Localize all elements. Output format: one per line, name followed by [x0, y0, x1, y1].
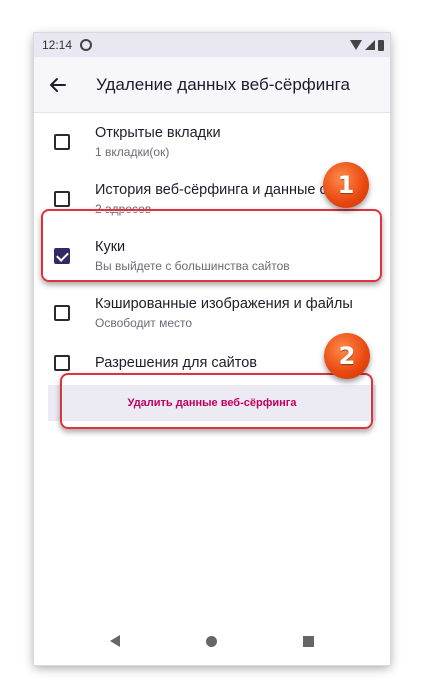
sync-icon	[80, 39, 93, 51]
arrow-left-icon	[50, 77, 66, 92]
option-subtitle: 1 вкладки(ок)	[95, 144, 170, 159]
option-title: Кэшированные изображения и файлы	[95, 295, 353, 312]
cache-checkbox[interactable]	[54, 304, 70, 321]
battery-icon	[378, 39, 384, 51]
status-bar: 12:14	[34, 33, 390, 57]
status-time: 12:14	[42, 38, 73, 52]
option-subtitle: Освободит место	[95, 315, 193, 330]
step-badge-2: 2	[324, 333, 370, 379]
back-button[interactable]	[34, 61, 82, 109]
option-cache[interactable]: Кэшированные изображения и файлы Освобод…	[34, 284, 390, 341]
signal-icon	[365, 40, 375, 50]
nav-recents-icon[interactable]	[303, 635, 314, 647]
highlight-cookies	[41, 209, 382, 282]
highlight-delete-button	[60, 373, 373, 429]
option-title: Открытые вкладки	[95, 124, 221, 141]
nav-back-icon[interactable]	[110, 635, 120, 647]
option-open-tabs[interactable]: Открытые вкладки 1 вкладки(ок)	[34, 113, 390, 170]
step-badge-1: 1	[323, 162, 369, 208]
open-tabs-checkbox[interactable]	[54, 133, 70, 150]
wifi-icon	[350, 40, 362, 50]
nav-home-icon[interactable]	[206, 635, 217, 647]
page-title: Удаление данных веб-сёрфинга	[96, 74, 350, 94]
history-checkbox[interactable]	[54, 190, 70, 207]
system-nav-bar	[34, 617, 390, 665]
site-permissions-checkbox[interactable]	[54, 355, 70, 371]
toolbar: Удаление данных веб-сёрфинга	[34, 57, 390, 113]
